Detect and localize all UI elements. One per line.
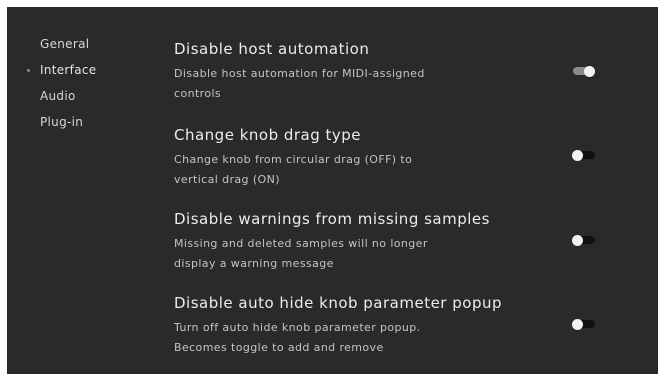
sidebar-item-general[interactable]: General [40,37,89,51]
setting-description-line: display a warning message [174,257,334,270]
setting-description-line: Change knob from circular drag (OFF) to [174,153,413,166]
toggle-disable-missing-sample-warnings[interactable] [572,234,595,246]
settings-sidebar: General Interface Audio Plug-in [7,7,157,374]
setting-description-line: Disable host automation for MIDI-assigne… [174,67,425,80]
sidebar-item-label: Audio [40,89,76,103]
toggle-disable-host-automation[interactable] [573,65,595,77]
toggle-knob [572,318,583,330]
setting-title: Disable warnings from missing samples [174,210,490,228]
sidebar-item-interface[interactable]: Interface [27,63,97,77]
setting-description-line: Missing and deleted samples will no long… [174,237,428,250]
sidebar-item-plug-in[interactable]: Plug-in [40,115,83,129]
setting-title: Disable host automation [174,40,370,58]
setting-description-line: vertical drag (ON) [174,173,280,186]
toggle-knob [572,234,583,246]
setting-title: Disable auto hide knob parameter popup [174,294,502,312]
sidebar-item-label: Plug-in [40,115,84,129]
setting-description: Change knob from circular drag (OFF) to … [174,150,474,190]
toggle-disable-auto-hide-knob-popup[interactable] [572,318,595,330]
setting-description-line: Becomes toggle to add and remove [174,341,384,354]
setting-description: Turn off auto hide knob parameter popup.… [174,318,474,358]
active-indicator-dot [27,69,30,72]
setting-description: Missing and deleted samples will no long… [174,234,474,274]
sidebar-item-label: General [40,37,90,51]
toggle-change-knob-drag-type[interactable] [572,149,595,161]
setting-description-line: controls [174,87,222,100]
sidebar-item-audio[interactable]: Audio [40,89,76,103]
setting-description-line: Turn off auto hide knob parameter popup. [174,321,421,334]
toggle-knob [572,149,583,161]
sidebar-item-label: Interface [40,63,97,77]
setting-description: Disable host automation for MIDI-assigne… [174,64,474,104]
settings-panel: General Interface Audio Plug-in Disable … [7,7,658,374]
setting-title: Change knob drag type [174,126,362,144]
toggle-knob [584,65,595,77]
